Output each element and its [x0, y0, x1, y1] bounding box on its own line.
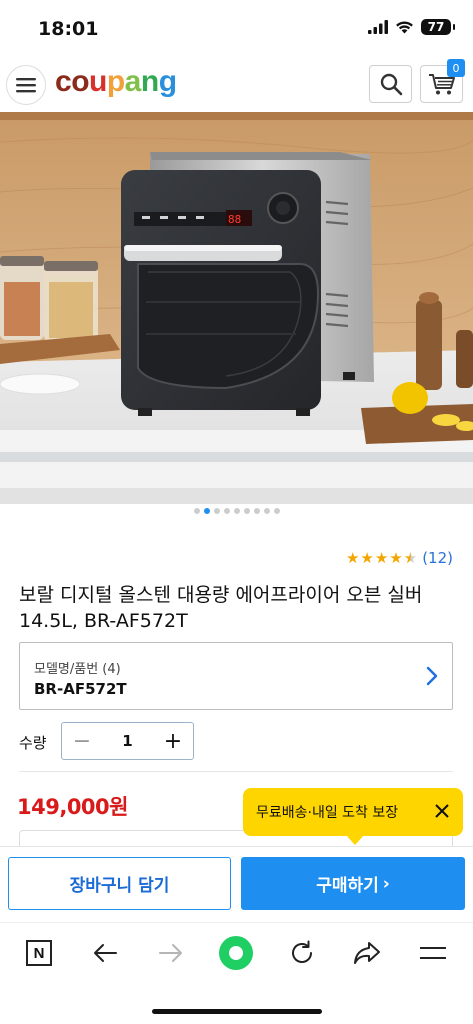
- product-image[interactable]: 88: [0, 112, 473, 504]
- divider: [19, 771, 453, 772]
- product-title: 보랄 디지털 올스텐 대용량 에어프라이어 오븐 실버 14.5L, BR-AF…: [19, 584, 423, 632]
- status-time: 18:01: [38, 18, 99, 40]
- logo-letter: p: [106, 65, 125, 98]
- add-to-cart-button[interactable]: 장바구니 담기: [8, 857, 231, 910]
- quantity-stepper: − 1 +: [61, 722, 194, 760]
- search-button[interactable]: [369, 65, 412, 103]
- home-indicator: [152, 1009, 322, 1014]
- status-icons: 77: [368, 19, 455, 35]
- half-star-icon: ★: [403, 549, 418, 567]
- carousel-dot[interactable]: [243, 508, 250, 514]
- naver-icon[interactable]: N: [21, 935, 57, 971]
- refresh-icon[interactable]: [284, 935, 320, 971]
- model-selector[interactable]: 모델명/품번 (4) BR-AF572T: [19, 642, 453, 710]
- product-rating[interactable]: ★ ★ ★ ★ ★ (12): [346, 549, 453, 567]
- battery-icon: 77: [421, 19, 455, 35]
- share-icon[interactable]: [349, 935, 385, 971]
- quantity-decrease-button[interactable]: −: [62, 723, 102, 759]
- logo-letter: g: [158, 65, 177, 98]
- wifi-icon: [396, 21, 413, 34]
- logo-letter: o: [71, 65, 90, 98]
- star-icon: ★: [374, 549, 389, 567]
- logo-letter: n: [140, 65, 159, 98]
- back-icon[interactable]: [87, 935, 123, 971]
- forward-icon[interactable]: [153, 935, 189, 971]
- svg-text:88: 88: [228, 213, 241, 226]
- carousel-dot[interactable]: [203, 508, 210, 514]
- home-icon[interactable]: [218, 935, 254, 971]
- star-icon: ★: [389, 549, 403, 567]
- carousel-dot[interactable]: [233, 508, 240, 514]
- chevron-right-icon: ›: [382, 873, 390, 894]
- carousel-dots: [0, 508, 473, 514]
- coupang-logo[interactable]: coupang: [55, 65, 177, 99]
- buy-now-button[interactable]: 구매하기 ›: [241, 857, 465, 910]
- quantity-value[interactable]: 1: [102, 732, 153, 750]
- carousel-dot[interactable]: [193, 508, 200, 514]
- logo-letter: u: [89, 65, 107, 98]
- purchase-action-bar: 장바구니 담기 구매하기 ›: [0, 846, 473, 922]
- quantity-increase-button[interactable]: +: [153, 723, 193, 759]
- menu-icon[interactable]: [415, 935, 451, 971]
- chevron-right-icon: [426, 666, 438, 686]
- logo-letter: a: [124, 65, 142, 98]
- carousel-dot[interactable]: [263, 508, 270, 514]
- browser-toolbar: N: [0, 922, 473, 982]
- carousel-dot[interactable]: [213, 508, 220, 514]
- hamburger-icon: [16, 78, 36, 93]
- carousel-dot[interactable]: [273, 508, 280, 514]
- carousel-dot[interactable]: [253, 508, 260, 514]
- search-icon: [380, 73, 402, 96]
- delivery-tooltip: 무료배송·내일 도착 보장: [243, 788, 463, 845]
- carousel-dot[interactable]: [223, 508, 230, 514]
- close-icon[interactable]: [435, 804, 449, 818]
- model-value: BR-AF572T: [34, 680, 127, 698]
- menu-button[interactable]: [6, 65, 46, 105]
- star-icon: ★: [345, 549, 360, 567]
- star-icon: ★: [360, 549, 374, 567]
- cart-button[interactable]: 0: [420, 59, 465, 103]
- quantity-label: 수량: [19, 734, 47, 752]
- status-bar: 18:01 77: [0, 0, 473, 56]
- review-count-link[interactable]: (12): [422, 549, 453, 567]
- cart-count-badge: 0: [447, 59, 465, 77]
- tooltip-text: 무료배송·내일 도착 보장: [256, 805, 399, 821]
- signal-icon: [368, 20, 388, 34]
- model-label: 모델명/품번 (4): [34, 662, 121, 677]
- header: coupang 0: [0, 56, 473, 112]
- product-price: 149,000원: [17, 795, 128, 819]
- buy-now-label: 구매하기: [316, 876, 379, 896]
- logo-letter: c: [55, 65, 72, 98]
